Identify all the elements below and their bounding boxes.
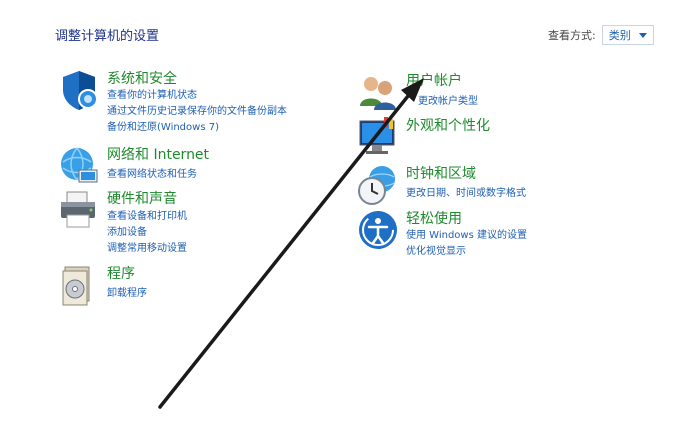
- link-uninstall-program[interactable]: 卸载程序: [107, 284, 147, 299]
- category-title-user-accounts[interactable]: 用户帐户: [406, 70, 462, 90]
- category-clock-region: 时钟和区域 更改日期、时间或数字格式: [356, 163, 656, 205]
- clock-globe-icon[interactable]: [356, 163, 400, 207]
- category-hardware-sound: 硬件和声音 查看设备和打印机 添加设备 调整常用移动设置: [57, 188, 357, 254]
- programs-disc-icon[interactable]: [57, 263, 101, 307]
- category-title-system-security[interactable]: 系统和安全: [107, 68, 177, 88]
- shield-icon[interactable]: [57, 68, 101, 112]
- link-file-history-backup[interactable]: 通过文件历史记录保存你的文件备份副本: [107, 102, 287, 117]
- category-user-accounts: 用户帐户 更改帐户类型: [356, 70, 656, 110]
- category-title-appearance[interactable]: 外观和个性化: [406, 115, 490, 135]
- category-title-programs[interactable]: 程序: [107, 263, 135, 283]
- category-title-hardware[interactable]: 硬件和声音: [107, 188, 177, 208]
- link-network-status[interactable]: 查看网络状态和任务: [107, 165, 197, 180]
- category-system-security: 系统和安全 查看你的计算机状态 通过文件历史记录保存你的文件备份副本 备份和还原…: [57, 68, 357, 138]
- category-network-internet: 网络和 Internet 查看网络状态和任务: [57, 144, 357, 184]
- link-devices-printers[interactable]: 查看设备和打印机: [107, 207, 187, 222]
- view-by-control: 查看方式: 类别: [548, 25, 654, 45]
- printer-icon[interactable]: [57, 188, 101, 232]
- ease-of-access-icon[interactable]: [356, 208, 400, 252]
- category-title-clock-region[interactable]: 时钟和区域: [406, 163, 476, 183]
- monitor-paint-icon[interactable]: [356, 115, 400, 159]
- category-appearance: 外观和个性化: [356, 115, 656, 155]
- link-windows-recommended-settings[interactable]: 使用 Windows 建议的设置: [406, 226, 527, 241]
- view-by-selected: 类别: [608, 29, 631, 42]
- category-programs: 程序 卸载程序: [57, 263, 357, 306]
- link-mobility-settings[interactable]: 调整常用移动设置: [107, 239, 187, 254]
- view-by-dropdown[interactable]: 类别: [601, 25, 654, 45]
- network-globe-icon[interactable]: [57, 144, 101, 188]
- category-title-ease-of-access[interactable]: 轻松使用: [406, 208, 462, 228]
- category-ease-of-access: 轻松使用 使用 Windows 建议的设置 优化视觉显示: [356, 208, 656, 258]
- link-add-device[interactable]: 添加设备: [107, 223, 147, 238]
- category-title-network[interactable]: 网络和 Internet: [107, 144, 209, 164]
- link-optimize-visual-display[interactable]: 优化视觉显示: [406, 242, 466, 257]
- page-title: 调整计算机的设置: [55, 29, 160, 44]
- link-change-date-time-format[interactable]: 更改日期、时间或数字格式: [406, 184, 526, 199]
- view-by-label: 查看方式:: [548, 29, 596, 42]
- link-change-account-type[interactable]: 更改帐户类型: [418, 92, 478, 107]
- users-icon[interactable]: [356, 70, 400, 114]
- link-view-computer-status[interactable]: 查看你的计算机状态: [107, 86, 197, 101]
- chevron-down-icon: [638, 32, 647, 38]
- link-backup-restore[interactable]: 备份和还原(Windows 7): [107, 118, 219, 133]
